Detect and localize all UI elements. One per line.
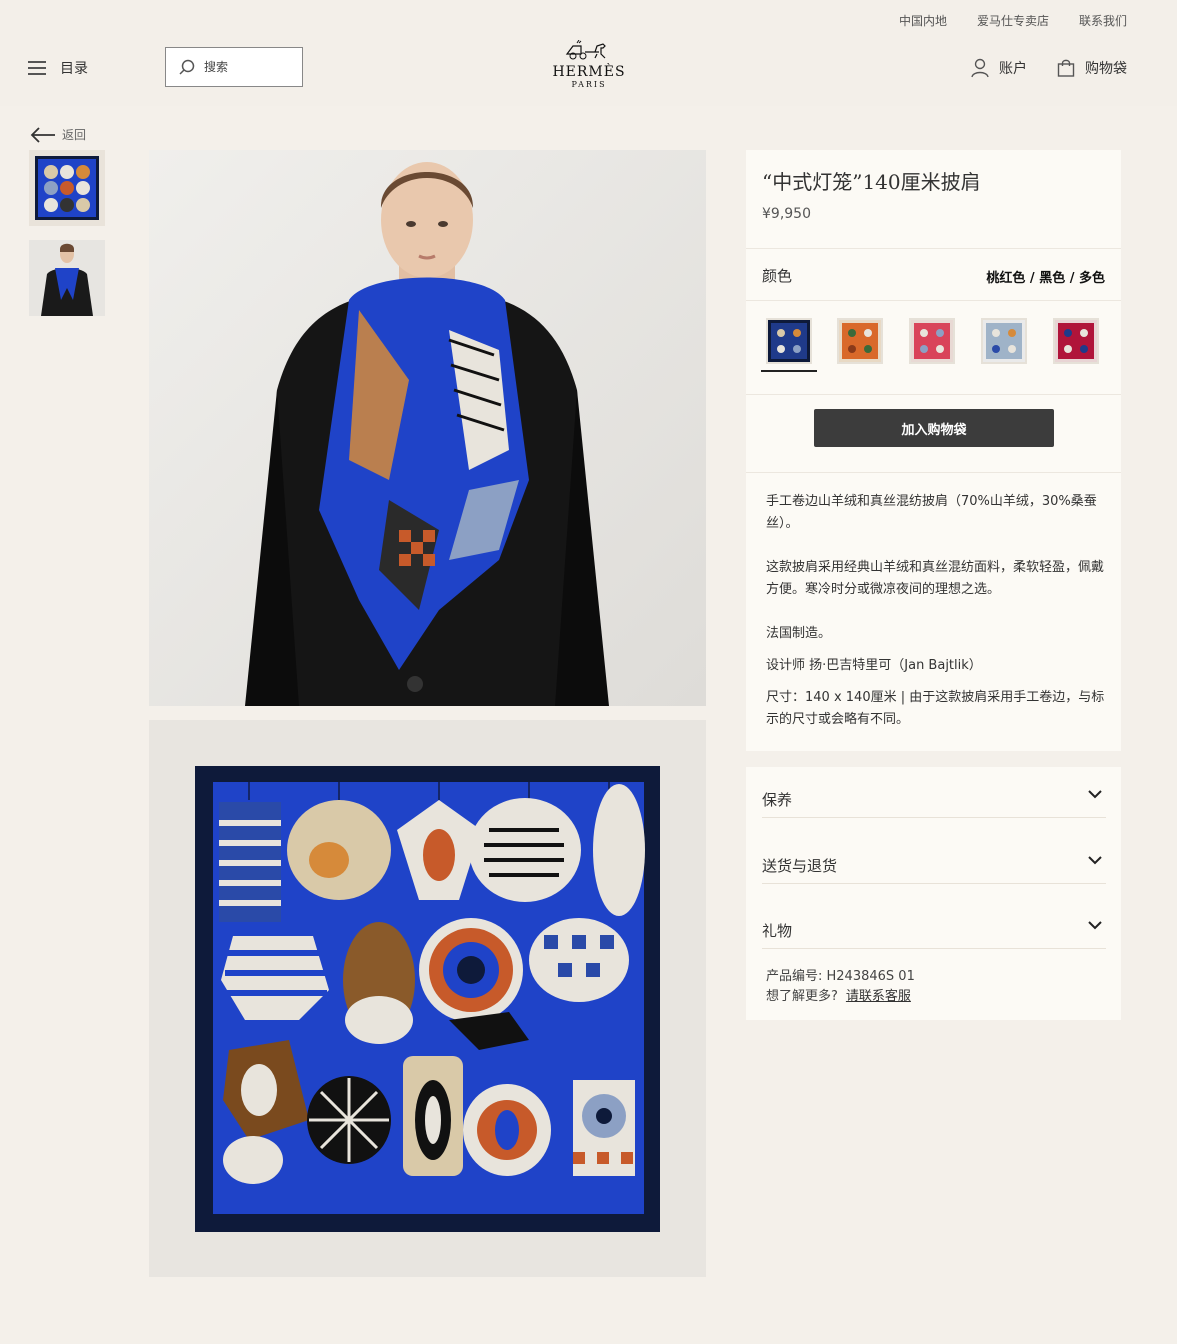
contact-prompt-text: 想了解更多?	[766, 989, 838, 1004]
accordion-delivery-label: 送货与退货	[762, 857, 838, 875]
user-links: 账户 购物袋	[971, 58, 1127, 78]
contact-customer-service-link[interactable]: 请联系客服	[846, 989, 911, 1004]
brand-city: PARIS	[571, 80, 607, 89]
shopping-bag-icon	[1057, 59, 1075, 77]
accordion-care-label: 保养	[762, 791, 793, 809]
color-label: 颜色	[762, 267, 793, 285]
color-swatch-grey[interactable]	[981, 318, 1027, 364]
description-origin: 法国制造。	[766, 626, 832, 641]
user-icon	[971, 58, 989, 78]
swatch-pink-image	[911, 320, 953, 362]
arrow-left-icon	[30, 126, 55, 143]
thumbnail-scarf-flat[interactable]	[29, 150, 105, 226]
search-input[interactable]	[204, 60, 284, 74]
thumbnail-model[interactable]	[29, 240, 105, 316]
color-swatch-orange[interactable]	[837, 318, 883, 364]
description-size: 尺寸：140 x 140厘米 | 由于这款披肩采用手工卷边，与标示的尺寸或会略有…	[766, 690, 1105, 727]
back-link[interactable]: 返回	[30, 126, 86, 143]
accordion-gift[interactable]: 礼物	[762, 898, 1106, 949]
search-icon	[179, 59, 195, 75]
swatch-red-image	[1055, 320, 1097, 362]
divider	[746, 472, 1121, 473]
product-accordion: 保养 送货与退货 礼物 产品编号: H243846S 01 想了解更多? 请联系客…	[746, 767, 1121, 1020]
product-title: “中式灯笼”140厘米披肩	[762, 170, 981, 194]
chevron-down-icon	[1088, 856, 1102, 865]
chevron-down-icon	[1088, 790, 1102, 799]
product-number: 产品编号: H243846S 01	[766, 969, 915, 984]
color-swatch-red[interactable]	[1053, 318, 1099, 364]
chevron-down-icon	[1088, 921, 1102, 930]
model-wearing-scarf-image	[149, 150, 706, 706]
hamburger-icon	[28, 61, 46, 75]
accordion-gift-label: 礼物	[762, 922, 793, 940]
contact-link[interactable]: 联系我们	[1079, 12, 1127, 29]
divider	[746, 248, 1121, 249]
product-price: ¥9,950	[762, 206, 811, 222]
product-info-panel: “中式灯笼”140厘米披肩 ¥9,950 颜色 桃红色 / 黑色 / 多色 加入…	[746, 150, 1121, 751]
utility-links: 中国内地 爱马仕专卖店 联系我们	[899, 12, 1127, 29]
divider	[746, 394, 1121, 395]
menu-label: 目录	[60, 61, 88, 77]
swatch-blue-image	[768, 320, 810, 362]
account-label: 账户	[999, 61, 1027, 77]
description-material: 手工卷边山羊绒和真丝混纺披肩（70%山羊绒，30%桑蚕丝）。	[766, 494, 1097, 531]
bag-label: 购物袋	[1085, 61, 1127, 77]
scarf-flat-image	[149, 720, 706, 1277]
description-designer: 设计师 扬·巴吉特里可（Jan Bajtlik）	[766, 658, 982, 673]
accordion-delivery-returns[interactable]: 送货与退货	[762, 833, 1106, 884]
swatch-grey-image	[983, 320, 1025, 362]
color-swatch-pink[interactable]	[909, 318, 955, 364]
hermes-logo[interactable]: HERMÈS PARIS	[546, 39, 632, 89]
swatch-orange-image	[839, 320, 881, 362]
menu-button[interactable]: 目录	[28, 58, 88, 78]
stores-link[interactable]: 爱马仕专卖店	[977, 12, 1049, 29]
description-text: 这款披肩采用经典山羊绒和真丝混纺面料，柔软轻盈，佩戴方便。寒冷时分或微凉夜间的理…	[766, 560, 1105, 597]
model-thumbnail-image	[29, 240, 105, 316]
product-photo-model[interactable]	[149, 150, 706, 706]
product-photo-scarf[interactable]	[149, 720, 706, 1277]
top-header: 中国内地 爱马仕专卖店 联系我们 目录 HERMÈS PARIS	[0, 0, 1177, 106]
shopping-bag-link[interactable]: 购物袋	[1057, 58, 1127, 78]
selected-swatch-indicator	[761, 370, 817, 372]
carriage-logo-icon	[565, 39, 606, 60]
divider	[746, 300, 1121, 301]
back-label: 返回	[62, 128, 87, 142]
region-link[interactable]: 中国内地	[899, 12, 947, 29]
selected-color: 桃红色 / 黑色 / 多色	[986, 271, 1105, 286]
account-link[interactable]: 账户	[971, 58, 1027, 78]
add-to-bag-button[interactable]: 加入购物袋	[814, 409, 1054, 447]
contact-prompt: 想了解更多? 请联系客服	[766, 985, 911, 1004]
accordion-care[interactable]: 保养	[762, 767, 1106, 818]
color-swatch-blue[interactable]	[766, 318, 812, 364]
brand-name: HERMÈS	[552, 64, 626, 80]
search-box[interactable]	[165, 47, 303, 87]
scarf-thumbnail-image	[29, 150, 105, 226]
